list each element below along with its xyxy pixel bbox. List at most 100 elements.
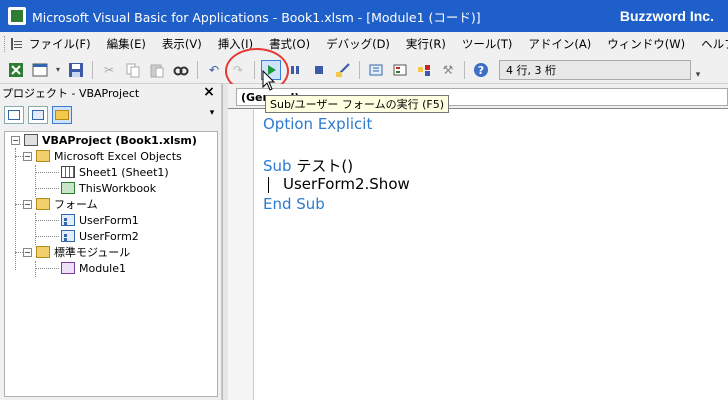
tree-item-label: フォーム (54, 198, 98, 211)
tree-item-modules[interactable]: − 標準モジュール (23, 244, 130, 260)
menu-view[interactable]: 表示(V) (154, 36, 210, 52)
insert-userform-icon[interactable] (30, 60, 50, 80)
toolbox-icon[interactable]: ⚒ (438, 60, 458, 80)
sub-name: テスト() (296, 157, 354, 175)
object-browser-icon[interactable] (414, 60, 434, 80)
code-editor[interactable]: Option Explicit Sub テスト() UserForm2.Show… (228, 108, 728, 400)
code-line-end-sub[interactable]: End Sub (263, 195, 325, 213)
tree-item-label: 標準モジュール (54, 246, 131, 259)
code-margin[interactable] (228, 109, 254, 400)
tree-item-thisworkbook[interactable]: ThisWorkbook (61, 180, 156, 196)
tree-connector (35, 188, 59, 189)
menu-bar: ファイル(F) 編集(E) 表示(V) 挿入(I) 書式(O) デバッグ(D) … (0, 32, 728, 56)
view-code-button[interactable] (4, 106, 24, 124)
tree-connector (35, 165, 36, 197)
toggle-folders-button[interactable] (52, 106, 72, 124)
userform-icon (61, 214, 75, 226)
toolbar-separator (254, 60, 255, 79)
tree-item-label: UserForm1 (79, 213, 139, 227)
vbaproject-icon (24, 134, 38, 146)
toolbar-grip[interactable] (4, 36, 5, 52)
collapse-icon[interactable]: − (23, 247, 32, 257)
module-icon (61, 262, 75, 274)
userform-icon (61, 230, 75, 242)
menu-file[interactable]: ファイル(F) (21, 36, 99, 52)
code-line-body[interactable]: UserForm2.Show (283, 175, 410, 193)
reset-icon[interactable] (309, 60, 329, 80)
svg-text:?: ? (478, 64, 484, 77)
toolbar-overflow-icon[interactable]: ▾ (693, 60, 703, 80)
tree-item-label: Microsoft Excel Objects (54, 149, 182, 163)
find-icon[interactable] (171, 60, 191, 80)
brand-label: Buzzword Inc. (619, 8, 714, 24)
project-explorer-toolbar (0, 102, 221, 128)
save-icon[interactable] (66, 60, 86, 80)
tree-item-label: UserForm2 (79, 229, 139, 243)
tree-connector (35, 261, 36, 277)
excel-icon (8, 7, 26, 25)
toolbar-separator (464, 60, 465, 79)
cut-icon[interactable]: ✂ (99, 60, 119, 80)
menu-tools[interactable]: ツール(T) (454, 36, 521, 52)
menu-debug[interactable]: デバッグ(D) (318, 36, 398, 52)
menu-help[interactable]: ヘルプ(H) (693, 36, 728, 52)
menu-edit[interactable]: 編集(E) (99, 36, 154, 52)
toolbar-separator (197, 60, 198, 79)
collapse-icon[interactable]: − (23, 199, 32, 209)
tree-item-userform2[interactable]: UserForm2 (61, 228, 139, 244)
code-window-icon[interactable] (11, 38, 22, 50)
project-explorer-title: プロジェクト - VBAProject (2, 87, 140, 100)
close-icon[interactable]: × (201, 84, 217, 100)
folder-icon (36, 150, 50, 162)
text-cursor (268, 177, 269, 193)
standard-toolbar: ▾ ✂ ↶ ↷ ⚒ ? 4 行, 3 桁 ▾ (0, 56, 728, 84)
tree-item-module1[interactable]: Module1 (61, 260, 126, 276)
tree-item-forms[interactable]: − フォーム (23, 196, 98, 212)
break-icon[interactable] (285, 60, 305, 80)
project-tree: − VBAProject (Book1.xlsm) − Microsoft Ex… (4, 131, 218, 397)
tree-item-label: ThisWorkbook (79, 181, 157, 195)
tree-item-userform1[interactable]: UserForm1 (61, 212, 139, 228)
help-icon[interactable]: ? (471, 60, 491, 80)
tree-connector (35, 268, 59, 269)
code-line-sub[interactable]: Sub テスト() (263, 155, 353, 176)
folder-icon (36, 198, 50, 210)
view-object-button[interactable] (28, 106, 48, 124)
folder-icon (36, 246, 50, 258)
tree-connector (35, 172, 59, 173)
code-line-option[interactable]: Option Explicit (263, 115, 372, 133)
worksheet-icon (61, 166, 75, 178)
title-bar: Microsoft Visual Basic for Applications … (0, 0, 728, 32)
run-tooltip: Sub/ユーザー フォームの実行 (F5) (265, 95, 449, 113)
menu-format[interactable]: 書式(O) (261, 36, 318, 52)
dropdown-arrow-icon[interactable]: ▾ (54, 60, 62, 80)
keyword-sub: Sub (263, 157, 292, 175)
tree-connector (35, 213, 36, 245)
redo-icon[interactable]: ↷ (228, 60, 248, 80)
project-explorer-panel: プロジェクト - VBAProject × ▾ − VBAProject (Bo… (0, 84, 222, 400)
tree-connector (35, 220, 59, 221)
menu-insert[interactable]: 挿入(I) (210, 36, 261, 52)
menu-addins[interactable]: アドイン(A) (520, 36, 599, 52)
toolbar-separator (359, 60, 360, 79)
tree-item-excel-objects[interactable]: − Microsoft Excel Objects (23, 148, 182, 164)
collapse-icon[interactable]: − (23, 151, 32, 161)
toolbar-separator (92, 60, 93, 79)
paste-icon[interactable] (147, 60, 167, 80)
window-title: Microsoft Visual Basic for Applications … (32, 9, 481, 25)
menu-window[interactable]: ウィンドウ(W) (599, 36, 693, 52)
tree-item-label: Module1 (79, 261, 126, 275)
tree-item-label: Sheet1 (Sheet1) (79, 165, 169, 179)
properties-window-icon[interactable] (390, 60, 410, 80)
collapse-icon[interactable]: − (11, 135, 20, 145)
project-explorer-icon[interactable] (366, 60, 386, 80)
tree-item-sheet1[interactable]: Sheet1 (Sheet1) (61, 164, 169, 180)
view-excel-icon[interactable] (6, 60, 26, 80)
undo-icon[interactable]: ↶ (204, 60, 224, 80)
tree-connector (35, 236, 59, 237)
tree-item-vbaproject[interactable]: − VBAProject (Book1.xlsm) (11, 132, 197, 148)
panel-overflow-icon[interactable]: ▾ (207, 108, 217, 130)
design-mode-icon[interactable] (333, 60, 353, 80)
copy-icon[interactable] (123, 60, 143, 80)
menu-run[interactable]: 実行(R) (398, 36, 454, 52)
